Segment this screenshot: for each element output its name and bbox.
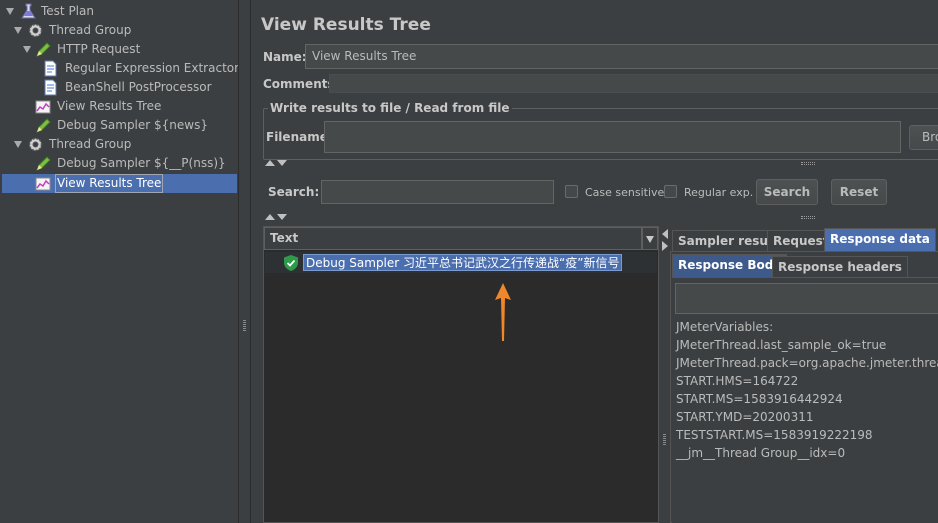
column-menu-button[interactable] (642, 227, 658, 250)
gear-icon (28, 23, 43, 38)
tree-item-label: BeanShell PostProcessor (65, 80, 212, 94)
tree-item-thread-group[interactable]: Thread Group (0, 135, 236, 154)
annotation-arrow-icon (495, 283, 511, 341)
success-shield-icon (284, 255, 298, 271)
tree-item-regex-extractor[interactable]: Regular Expression Extractor (0, 59, 240, 78)
expand-arrow-icon[interactable] (6, 8, 14, 15)
case-sensitive-checkbox[interactable] (565, 185, 578, 198)
search-button[interactable]: Search (756, 179, 818, 205)
tab-response-headers[interactable]: Response headers (772, 256, 908, 277)
tree-item-label: HTTP Request (57, 42, 141, 56)
comments-field[interactable] (329, 74, 938, 93)
collapse-right-icon[interactable] (662, 241, 668, 251)
reset-button[interactable]: Reset (831, 179, 887, 205)
pencil-sampler-icon (36, 156, 51, 171)
pencil-sampler-icon (36, 42, 51, 57)
tree-item-label: View Results Tree (54, 174, 164, 193)
browse-button[interactable]: Bro (909, 125, 938, 150)
tree-item-label: Debug Sampler ${news} (57, 118, 208, 132)
tree-splitter[interactable] (238, 0, 250, 523)
splitter-grip-icon[interactable] (663, 434, 666, 446)
gear-icon (28, 137, 43, 152)
response-line: __jm__Thread Group__idx=0 (676, 446, 846, 460)
tree-item-view-results-tree-selected[interactable]: View Results Tree (0, 174, 236, 193)
tree-item-debug-sampler-news[interactable]: Debug Sampler ${news} (0, 116, 236, 135)
tree-item-label: Thread Group (49, 23, 132, 37)
tree-item-debug-sampler-nss[interactable]: Debug Sampler ${__P(nss)} (0, 154, 236, 173)
result-row-label: Debug Sampler 习近平总书记武汉之行传递战“疫”新信号 (303, 254, 623, 271)
filename-input[interactable] (324, 121, 901, 153)
test-plan-tree[interactable]: Test Plan Thread Group HTTP Request Regu… (0, 0, 240, 523)
file-legend: Write results to file / Read from file (268, 101, 512, 115)
tab-response-body[interactable]: Response Body (672, 254, 788, 277)
chart-listener-icon (35, 177, 51, 191)
response-line: START.YMD=20200311 (676, 410, 814, 424)
regular-exp-label: Regular exp. (684, 186, 754, 199)
search-input[interactable] (321, 180, 554, 204)
chart-listener-icon (35, 100, 51, 114)
collapse-arrows-icon[interactable] (265, 159, 289, 167)
expand-arrow-icon[interactable] (14, 141, 22, 148)
response-line: JMeterThread.pack=org.apache.jmeter.thre… (676, 356, 938, 370)
tab-response-data[interactable]: Response data (824, 228, 936, 251)
response-line: START.HMS=164722 (676, 374, 799, 388)
tree-item-thread-group[interactable]: Thread Group (0, 21, 236, 40)
tree-item-label: Debug Sampler ${__P(nss)} (57, 156, 226, 170)
case-sensitive-label: Case sensitive (585, 186, 665, 199)
pencil-sampler-icon (36, 118, 51, 133)
text-column-header[interactable]: Text (264, 227, 642, 250)
response-text-area[interactable]: JMeterVariables: JMeterThread.last_sampl… (672, 318, 938, 523)
search-label: Search: (268, 185, 320, 199)
filename-label: Filename (266, 130, 328, 144)
page-title: View Results Tree (261, 15, 431, 35)
response-line: JMeterVariables: (676, 320, 774, 334)
splitter-grip-icon[interactable] (801, 162, 815, 165)
document-icon (44, 79, 57, 96)
comments-label: Comments: (263, 77, 340, 91)
response-line: JMeterThread.last_sample_ok=true (676, 338, 887, 352)
regular-exp-checkbox[interactable] (664, 185, 677, 198)
result-row[interactable]: Debug Sampler 习近平总书记武汉之行传递战“疫”新信号 (265, 252, 657, 273)
name-label: Name: (263, 50, 307, 64)
splitter-grip-icon[interactable] (243, 320, 246, 332)
tree-item-label: Thread Group (49, 137, 132, 151)
tree-item-view-results-tree[interactable]: View Results Tree (0, 97, 236, 116)
view-results-tree-panel: View Results Tree Name: View Results Tre… (250, 0, 938, 523)
response-line: TESTSTART.MS=1583919222198 (676, 428, 873, 442)
splitter-grip-icon[interactable] (801, 216, 815, 219)
tree-item-beanshell-postprocessor[interactable]: BeanShell PostProcessor (0, 78, 236, 97)
collapse-left-icon[interactable] (662, 229, 668, 239)
tree-item-http-request[interactable]: HTTP Request (0, 40, 236, 59)
tree-item-test-plan[interactable]: Test Plan (0, 2, 236, 21)
response-line: START.MS=1583916442924 (676, 392, 843, 406)
tree-item-label: View Results Tree (57, 99, 162, 113)
response-search-field[interactable] (675, 283, 938, 314)
collapse-arrows-icon[interactable] (265, 213, 289, 221)
expand-arrow-icon[interactable] (23, 46, 31, 53)
chevron-down-icon (646, 236, 654, 243)
document-icon (44, 60, 57, 77)
name-field[interactable]: View Results Tree (305, 44, 938, 69)
expand-arrow-icon[interactable] (14, 27, 22, 34)
tree-item-label: Test Plan (41, 4, 94, 18)
tree-item-label: Regular Expression Extractor (65, 61, 240, 75)
test-plan-icon (21, 3, 36, 19)
